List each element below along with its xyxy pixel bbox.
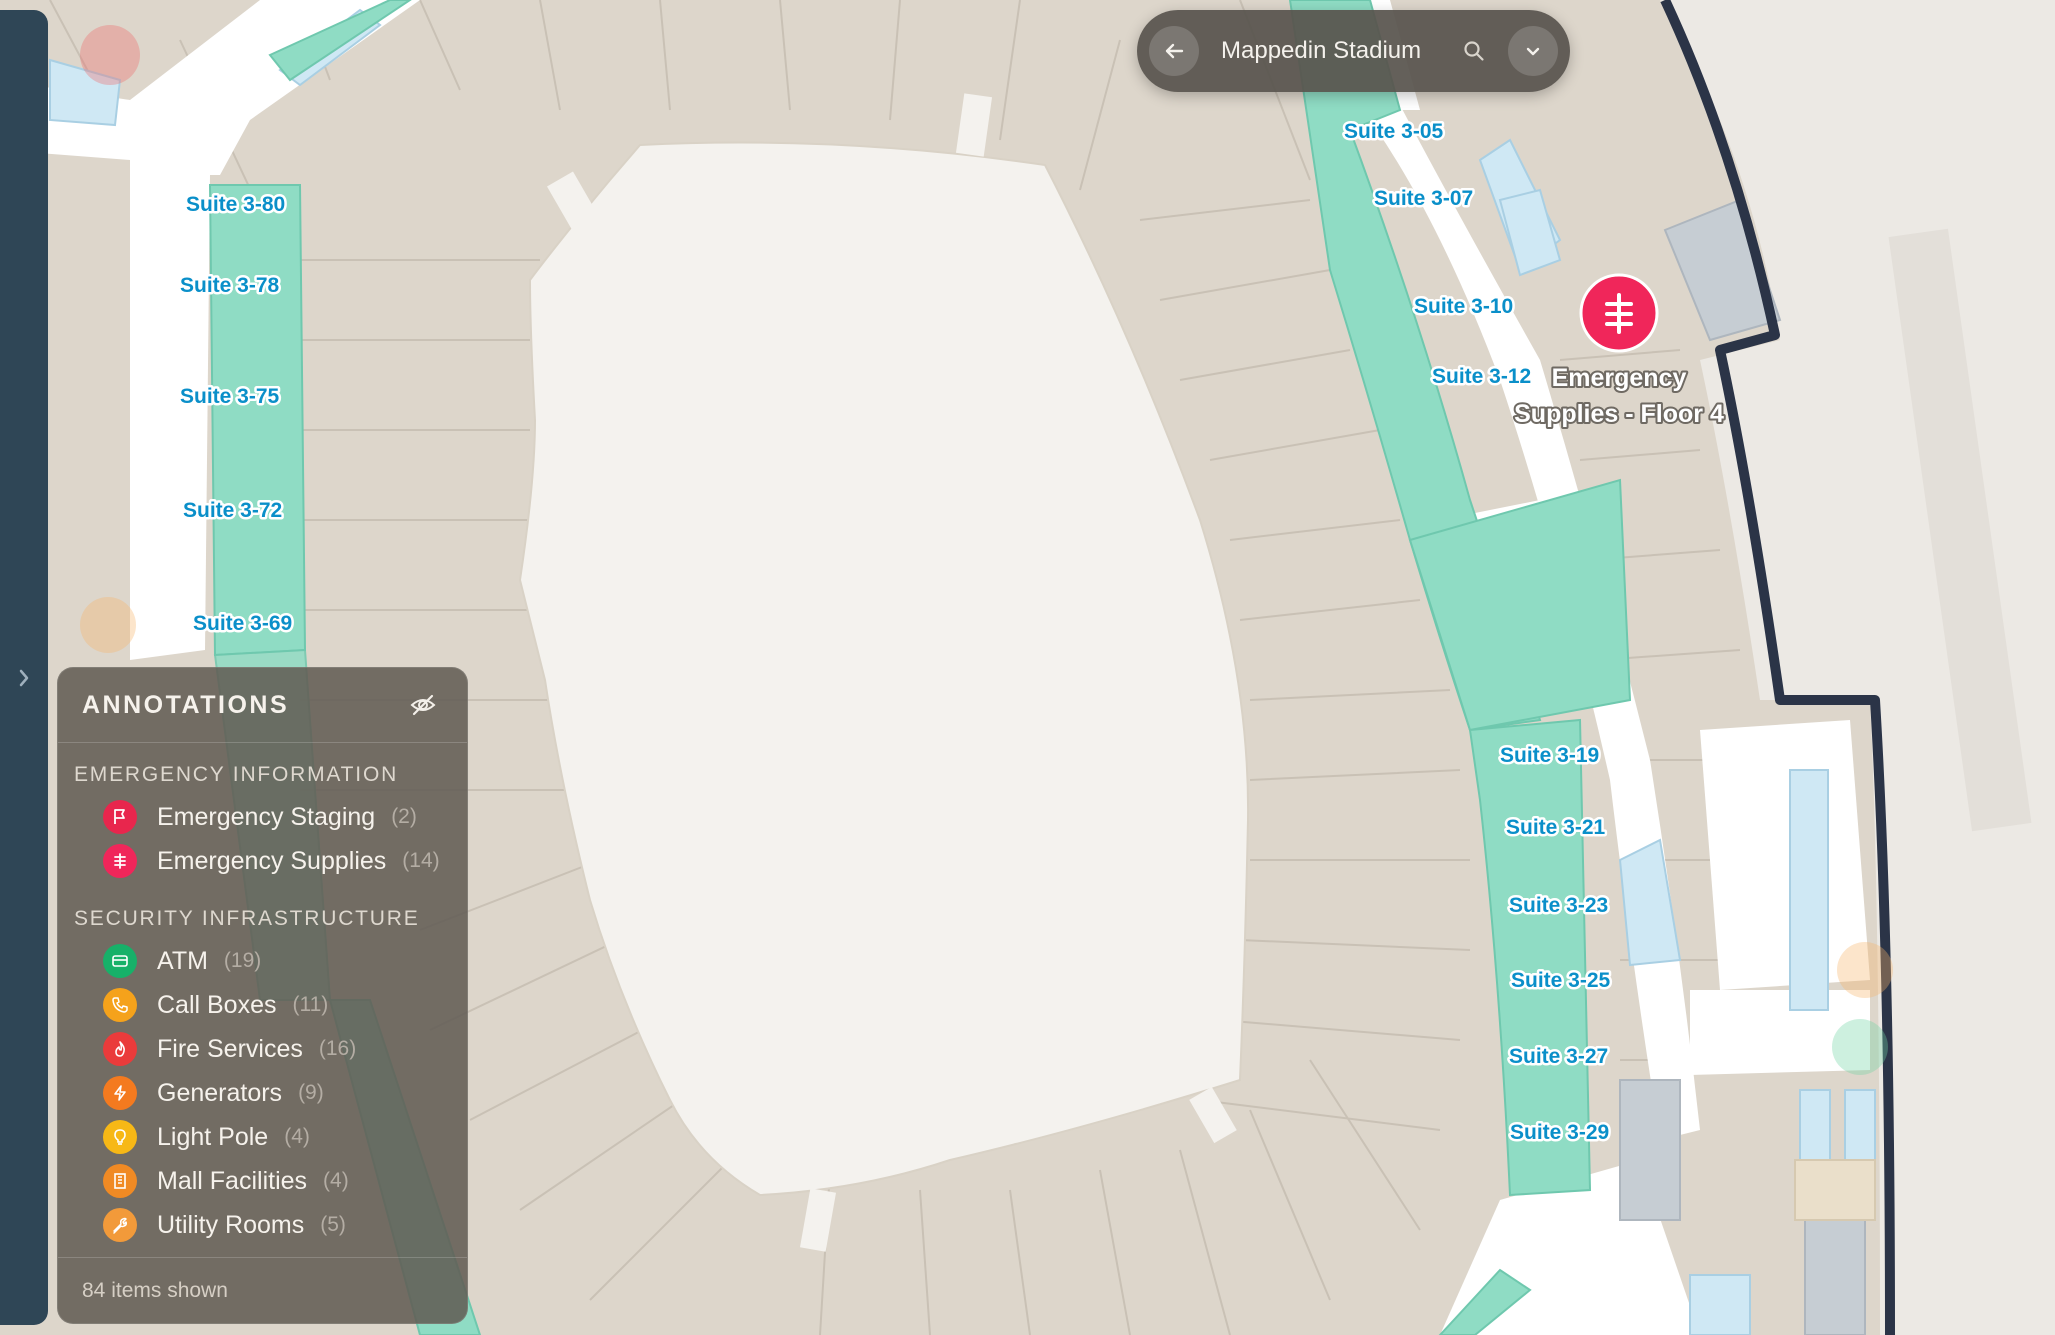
suite-label: Suite 3-12 (1432, 365, 1531, 388)
card-icon (103, 944, 137, 978)
annotation-item-call-boxes[interactable]: Call Boxes (11) (58, 983, 467, 1027)
eye-off-icon (410, 694, 436, 716)
suite-label: Suite 3-80 (186, 193, 285, 216)
suite-label: Suite 3-72 (183, 499, 282, 522)
expand-sidebar-button[interactable] (0, 650, 48, 706)
suite-label: Suite 3-78 (180, 274, 280, 297)
annotation-label: Utility Rooms (157, 1210, 305, 1239)
suite-label: Suite 3-29 (1510, 1121, 1609, 1144)
annotation-count: (2) (391, 805, 417, 828)
suite-label: Suite 3-21 (1506, 816, 1606, 839)
flame-icon (103, 1032, 137, 1066)
hide-annotations-button[interactable] (403, 685, 443, 725)
suite-label: Suite 3-19 (1500, 744, 1599, 767)
annotation-label: ATM (157, 946, 208, 975)
suite-label: Suite 3-10 (1414, 295, 1513, 318)
call-box-marker[interactable] (80, 597, 136, 653)
annotations-title: ANNOTATIONS (82, 690, 290, 719)
wrench-icon (103, 1208, 137, 1242)
annotation-label: Emergency Staging (157, 802, 376, 831)
annotations-panel: ANNOTATIONS EMERGENCY INFORMATION Emerge… (57, 667, 468, 1324)
suite-label: Suite 3-69 (193, 612, 292, 635)
suite-label: Suite 3-25 (1511, 969, 1611, 992)
bolt-icon (103, 1076, 137, 1110)
arrow-left-icon (1165, 43, 1184, 59)
bulb-icon (103, 1120, 137, 1154)
back-button[interactable] (1149, 26, 1199, 76)
call-box-marker[interactable] (1837, 942, 1893, 998)
annotation-count: (19) (223, 949, 262, 972)
annotation-item-emergency-supplies[interactable]: Emergency Supplies (14) (58, 839, 467, 883)
annotation-label: Mall Facilities (157, 1166, 308, 1195)
annotation-label: Emergency Supplies (157, 846, 387, 875)
search-button[interactable] (1454, 31, 1494, 71)
building-icon (103, 1164, 137, 1198)
search-icon (1464, 41, 1484, 61)
suite-label: Suite 3-05 (1344, 120, 1444, 143)
annotation-count: (5) (320, 1213, 346, 1236)
annotation-label: Call Boxes (157, 990, 277, 1019)
fire-services-marker[interactable] (80, 25, 140, 85)
venue-search-bar: Mappedin Stadium (1137, 10, 1570, 92)
emergency-supplies-marker[interactable] (1579, 273, 1659, 353)
items-shown-count: 84 items shown (58, 1257, 467, 1323)
annotation-count: (14) (402, 849, 440, 872)
annotation-count: (4) (323, 1169, 349, 1192)
suite-label: Suite 3-75 (180, 385, 280, 408)
storage-room (1794, 1159, 1876, 1221)
side-rail (0, 10, 48, 1325)
annotation-label: Generators (157, 1078, 283, 1107)
group-heading-security: SECURITY INFRASTRUCTURE (74, 907, 420, 930)
annotation-count: (9) (298, 1081, 324, 1104)
annotation-item-utility-rooms[interactable]: Utility Rooms (5) (58, 1203, 467, 1247)
chevron-right-icon (19, 669, 29, 687)
annotation-label: Fire Services (157, 1034, 303, 1063)
annotation-item-atm[interactable]: ATM (19) (58, 939, 467, 983)
annotation-item-light-pole[interactable]: Light Pole (4) (58, 1115, 467, 1159)
annotation-item-fire-services[interactable]: Fire Services (16) (58, 1027, 467, 1071)
poi-label-line1: Emergency (1552, 364, 1687, 392)
flag-icon (103, 800, 137, 834)
annotation-count: (11) (292, 993, 329, 1016)
suite-label: Suite 3-07 (1374, 187, 1473, 210)
venue-dropdown-button[interactable] (1508, 26, 1558, 76)
phone-icon (103, 988, 137, 1022)
annotation-label: Light Pole (157, 1122, 269, 1151)
emergency-supplies-icon (103, 844, 137, 878)
chevron-down-icon (1526, 47, 1540, 56)
atm-marker[interactable] (1832, 1019, 1888, 1075)
venue-title[interactable]: Mappedin Stadium (1221, 37, 1454, 65)
group-heading-emergency: EMERGENCY INFORMATION (74, 763, 399, 786)
annotations-header: ANNOTATIONS (58, 668, 467, 743)
annotation-item-emergency-staging[interactable]: Emergency Staging (2) (58, 795, 467, 839)
suite-label: Suite 3-27 (1509, 1045, 1608, 1068)
poi-label-line2: Supplies - Floor 4 (1514, 400, 1724, 428)
annotation-item-mall-facilities[interactable]: Mall Facilities (4) (58, 1159, 467, 1203)
suite-label: Suite 3-23 (1509, 894, 1608, 917)
annotation-item-generators[interactable]: Generators (9) (58, 1071, 467, 1115)
annotation-count: (16) (318, 1037, 357, 1060)
annotation-count: (4) (284, 1125, 310, 1148)
